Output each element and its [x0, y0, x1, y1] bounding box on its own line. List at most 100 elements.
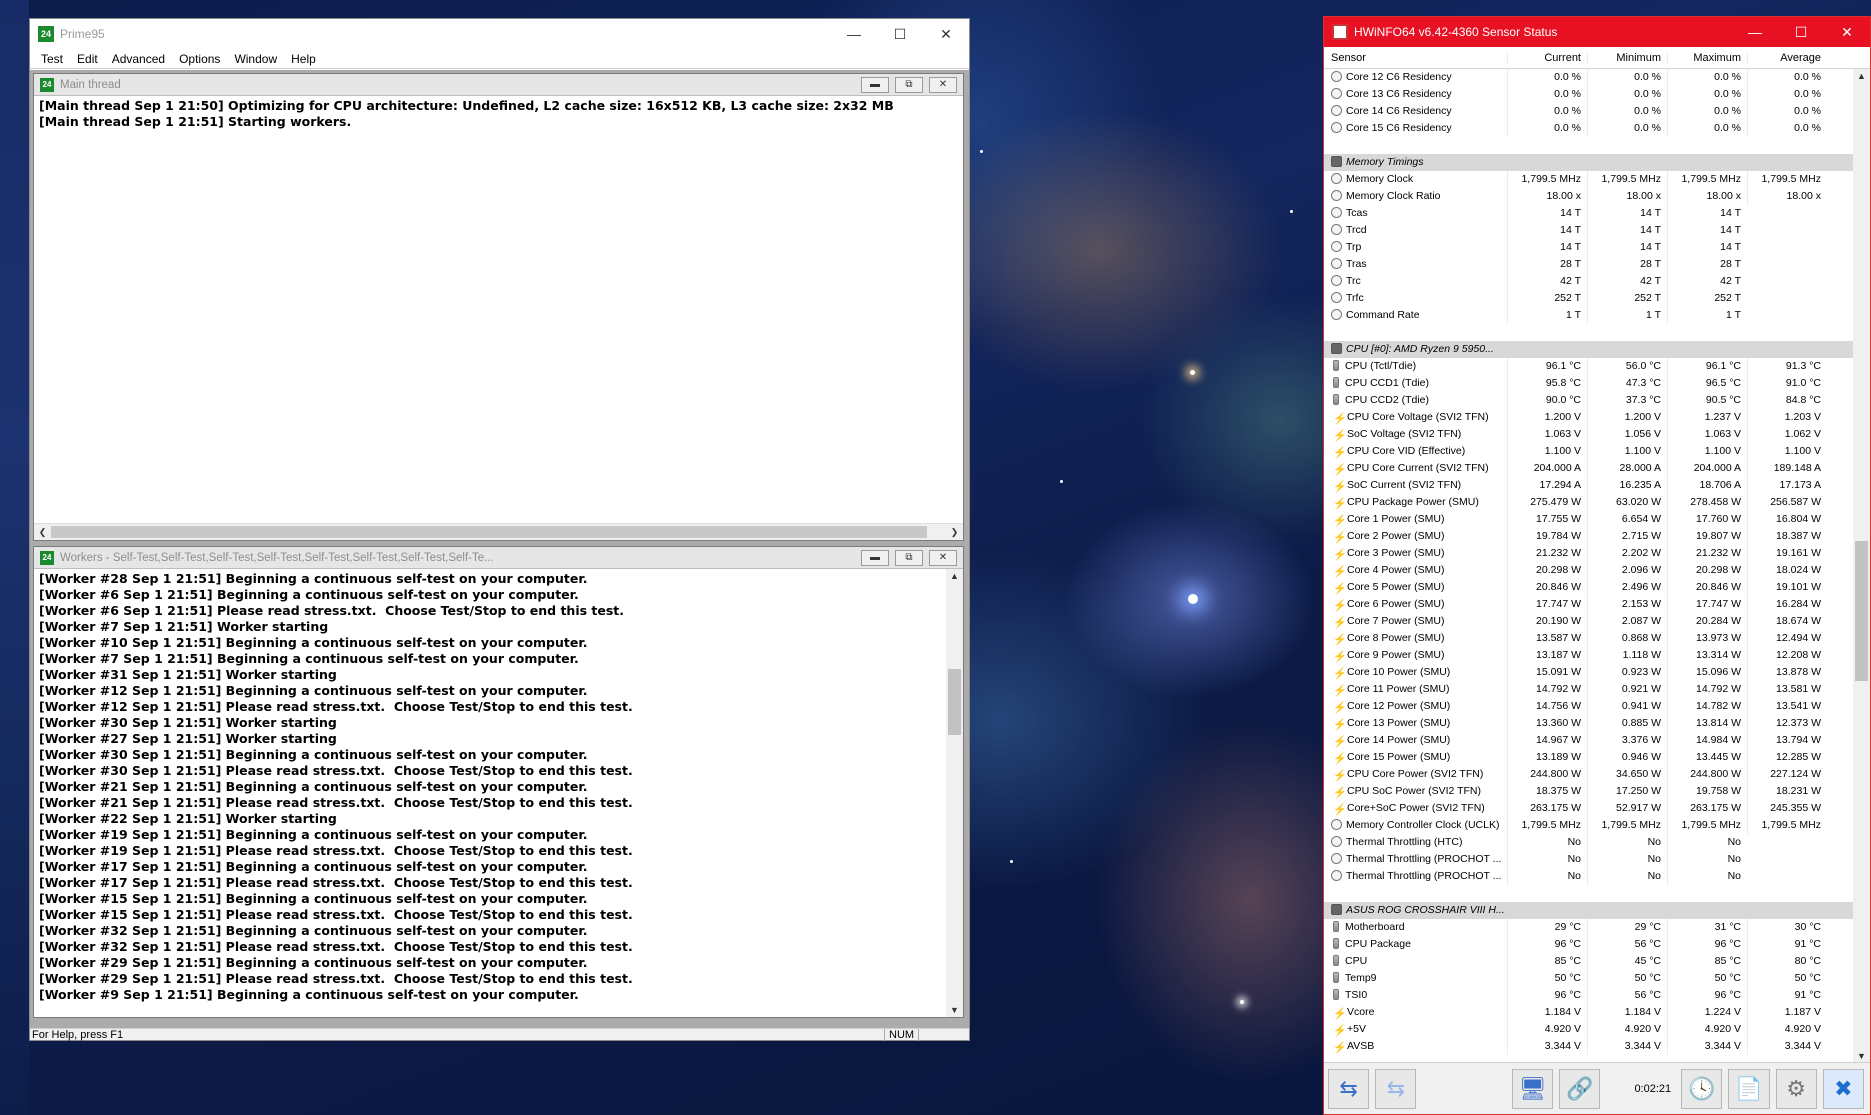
sensor-group-row[interactable]: ASUS ROG CROSSHAIR VIII H...: [1324, 902, 1853, 919]
sensor-row[interactable]: ⚡Core 7 Power (SMU) 20.190 W 2.087 W 20.284…: [1324, 613, 1853, 630]
sensor-row[interactable]: ⚡Core 4 Power (SMU) 20.298 W 2.096 W 20.298…: [1324, 562, 1853, 579]
sensor-row[interactable]: CPU 85 °C 45 °C 85 °C 80 °C: [1324, 953, 1853, 970]
nav-left-right-icon[interactable]: ⇆: [1328, 1068, 1370, 1109]
menu-options[interactable]: Options: [172, 52, 227, 66]
sensor-row[interactable]: Tras 28 T 28 T 28 T: [1324, 256, 1853, 273]
sensor-row[interactable]: ⚡Core 11 Power (SMU) 14.792 W 0.921 W 14.79…: [1324, 681, 1853, 698]
column-header-maximum[interactable]: Maximum: [1667, 51, 1747, 64]
sensor-row[interactable]: ⚡Core 12 Power (SMU) 14.756 W 0.941 W 14.78…: [1324, 698, 1853, 715]
close-x-icon[interactable]: ✖: [1822, 1068, 1864, 1109]
monitor-icon[interactable]: 🖥: [1512, 1068, 1554, 1109]
maximize-button[interactable]: ☐: [1778, 17, 1824, 47]
workers-vscrollbar[interactable]: ▲ ▼: [946, 569, 963, 1017]
sensor-row[interactable]: Core 15 C6 Residency 0.0 % 0.0 % 0.0 % 0.0 %: [1324, 120, 1853, 137]
sensor-row[interactable]: ⚡Core 3 Power (SMU) 21.232 W 2.202 W 21.232…: [1324, 545, 1853, 562]
sensor-vscrollbar[interactable]: ▲ ▼: [1853, 69, 1870, 1063]
hwinfo-titlebar[interactable]: HWiNFO64 v6.42-4360 Sensor Status — ☐ ✕: [1324, 17, 1870, 47]
main-thread-titlebar[interactable]: 24 Main thread ▬ ⧉ ✕: [34, 74, 963, 96]
sensor-row[interactable]: ⚡CPU Core VID (Effective) 1.100 V 1.100 V1…: [1324, 443, 1853, 460]
sensor-row[interactable]: ⚡CPU Core Power (SVI2 TFN) 244.800 W 34.65…: [1324, 766, 1853, 783]
sensor-row[interactable]: ⚡CPU SoC Power (SVI2 TFN) 18.375 W 17.250 …: [1324, 783, 1853, 800]
nav-secondary-icon[interactable]: ⇆: [1375, 1068, 1417, 1109]
sensor-row[interactable]: ⚡SoC Voltage (SVI2 TFN) 1.063 V 1.056 V 1.0…: [1324, 426, 1853, 443]
child-close-button[interactable]: ✕: [929, 76, 957, 93]
sensor-row[interactable]: ⚡Core 14 Power (SMU) 14.967 W 3.376 W 14.98…: [1324, 732, 1853, 749]
workers-titlebar[interactable]: 24 Workers - Self-Test,Self-Test,Self-Te…: [34, 547, 963, 569]
sensor-row[interactable]: ⚡CPU Core Voltage (SVI2 TFN) 1.200 V 1.200…: [1324, 409, 1853, 426]
hscroll-thumb[interactable]: [51, 526, 927, 538]
prime95-titlebar[interactable]: 24 Prime95 — ☐ ✕: [30, 19, 969, 49]
sensor-row[interactable]: Trcd 14 T 14 T 14 T: [1324, 222, 1853, 239]
sensor-row[interactable]: CPU Package 96 °C 56 °C 96 °C 91 °C: [1324, 936, 1853, 953]
sensor-row[interactable]: ⚡Core+SoC Power (SVI2 TFN) 263.175 W 52.91…: [1324, 800, 1853, 817]
vscroll-thumb[interactable]: [948, 669, 961, 735]
scroll-left-icon[interactable]: ❮: [34, 527, 51, 538]
sensor-row[interactable]: Memory Clock Ratio 18.00 x 18.00 x 18.00 x1…: [1324, 188, 1853, 205]
sensor-row[interactable]: Thermal Throttling (HTC) No No No: [1324, 834, 1853, 851]
column-header-current[interactable]: Current: [1507, 51, 1587, 64]
sensor-row[interactable]: ⚡Core 10 Power (SMU) 15.091 W 0.923 W 15.09…: [1324, 664, 1853, 681]
minimize-button[interactable]: —: [1732, 17, 1778, 47]
sensor-row[interactable]: Thermal Throttling (PROCHOT ... No No No: [1324, 868, 1853, 885]
network-icon[interactable]: 🔗: [1559, 1068, 1601, 1109]
sensor-row[interactable]: CPU CCD1 (Tdie) 95.8 °C 47.3 °C 96.5 °C 91.0…: [1324, 375, 1853, 392]
sensor-row[interactable]: ⚡Core 15 Power (SMU) 13.189 W 0.946 W 13.44…: [1324, 749, 1853, 766]
column-header-sensor[interactable]: Sensor: [1324, 52, 1507, 64]
sensor-row[interactable]: ⚡Core 8 Power (SMU) 13.587 W 0.868 W 13.973…: [1324, 630, 1853, 647]
menu-edit[interactable]: Edit: [70, 52, 105, 66]
sensor-row[interactable]: ⚡SoC Current (SVI2 TFN) 17.294 A 16.235 A1…: [1324, 477, 1853, 494]
sensor-group-row[interactable]: CPU [#0]: AMD Ryzen 9 5950...: [1324, 341, 1853, 358]
main-thread-hscrollbar[interactable]: ❮ ❯: [34, 523, 963, 540]
sensor-row[interactable]: ⚡Core 6 Power (SMU) 17.747 W 2.153 W 17.747…: [1324, 596, 1853, 613]
clock-icon[interactable]: 🕓: [1681, 1068, 1723, 1109]
close-button[interactable]: ✕: [923, 19, 969, 49]
scroll-down-icon[interactable]: ▼: [1853, 1051, 1870, 1061]
close-button[interactable]: ✕: [1824, 17, 1870, 47]
vscroll-thumb[interactable]: [1855, 541, 1868, 681]
sensor-row[interactable]: Memory Clock 1,799.5 MHz 1,799.5 MHz 1,799.…: [1324, 171, 1853, 188]
sensor-row[interactable]: ⚡Core 9 Power (SMU) 13.187 W 1.118 W 13.314…: [1324, 647, 1853, 664]
sensor-row[interactable]: ⚡AVSB 3.344 V 3.344 V 3.344 V 3.344 V: [1324, 1038, 1853, 1055]
sensor-row[interactable]: ⚡Core 2 Power (SMU) 19.784 W 2.715 W 19.807…: [1324, 528, 1853, 545]
child-close-button[interactable]: ✕: [929, 549, 957, 566]
sensor-row[interactable]: Memory Controller Clock (UCLK) 1,799.5 MH…: [1324, 817, 1853, 834]
sensor-row[interactable]: Command Rate 1 T1 T1 T: [1324, 307, 1853, 324]
sensor-row[interactable]: CPU (Tctl/Tdie) 96.1 °C 56.0 °C 96.1 °C 91.3…: [1324, 358, 1853, 375]
menu-help[interactable]: Help: [284, 52, 323, 66]
scroll-down-icon[interactable]: ▼: [946, 1005, 963, 1015]
child-restore-button[interactable]: ⧉: [895, 76, 923, 93]
sensor-row[interactable]: Core 12 C6 Residency 0.0 % 0.0 % 0.0 % 0.0 %: [1324, 69, 1853, 86]
sensor-row[interactable]: ⚡CPU Core Current (SVI2 TFN) 204.000 A 28.…: [1324, 460, 1853, 477]
sensor-row[interactable]: Trfc 252 T 252 T 252 T: [1324, 290, 1853, 307]
child-restore-button[interactable]: ⧉: [895, 549, 923, 566]
column-header-average[interactable]: Average: [1747, 51, 1827, 64]
settings-gear-icon[interactable]: ⚙: [1775, 1068, 1817, 1109]
sensor-row[interactable]: Trc 42 T 42 T 42 T: [1324, 273, 1853, 290]
sensor-row[interactable]: Core 13 C6 Residency 0.0 % 0.0 % 0.0 % 0.0 %: [1324, 86, 1853, 103]
sensor-row[interactable]: Thermal Throttling (PROCHOT ... No No No: [1324, 851, 1853, 868]
sensor-row[interactable]: ⚡+5V 4.920 V 4.920 V 4.920 V 4.920 V: [1324, 1021, 1853, 1038]
sensor-row[interactable]: ⚡Core 13 Power (SMU) 13.360 W 0.885 W 13.81…: [1324, 715, 1853, 732]
minimize-button[interactable]: —: [831, 19, 877, 49]
maximize-button[interactable]: ☐: [877, 19, 923, 49]
sensor-row[interactable]: TSI0 96 °C 56 °C 96 °C 91 °C: [1324, 987, 1853, 1004]
scroll-right-icon[interactable]: ❯: [946, 527, 963, 538]
sensor-row[interactable]: Core 14 C6 Residency 0.0 % 0.0 % 0.0 % 0.0 %: [1324, 103, 1853, 120]
sensor-group-row[interactable]: Memory Timings: [1324, 154, 1853, 171]
child-minimize-button[interactable]: ▬: [861, 549, 889, 566]
report-icon[interactable]: 📄: [1728, 1068, 1770, 1109]
scroll-up-icon[interactable]: ▲: [946, 571, 963, 581]
sensor-row[interactable]: Trp 14 T 14 T 14 T: [1324, 239, 1853, 256]
menu-advanced[interactable]: Advanced: [105, 52, 172, 66]
sensor-row[interactable]: ⚡Core 5 Power (SMU) 20.846 W 2.496 W 20.846…: [1324, 579, 1853, 596]
column-header-minimum[interactable]: Minimum: [1587, 51, 1667, 64]
sensor-row[interactable]: ⚡Core 1 Power (SMU) 17.755 W 6.654 W 17.760…: [1324, 511, 1853, 528]
sensor-row[interactable]: Temp9 50 °C 50 °C 50 °C 50 °C: [1324, 970, 1853, 987]
sensor-row[interactable]: ⚡Vcore 1.184 V 1.184 V 1.224 V 1.187 V: [1324, 1004, 1853, 1021]
menu-window[interactable]: Window: [227, 52, 284, 66]
sensor-row[interactable]: Tcas 14 T 14 T 14 T: [1324, 205, 1853, 222]
scroll-up-icon[interactable]: ▲: [1853, 71, 1870, 81]
sensor-row[interactable]: Motherboard 29 °C 29 °C 31 °C 30 °C: [1324, 919, 1853, 936]
sensor-row[interactable]: CPU CCD2 (Tdie) 90.0 °C 37.3 °C 90.5 °C 84.8…: [1324, 392, 1853, 409]
child-minimize-button[interactable]: ▬: [861, 76, 889, 93]
